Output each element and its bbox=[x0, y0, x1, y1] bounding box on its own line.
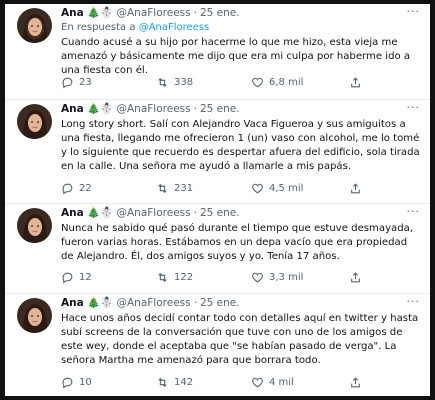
heart-icon bbox=[252, 377, 263, 388]
share-icon bbox=[351, 77, 360, 88]
tweet-thread: Ana 🎄☃️ @AnaFloreess · 25 ene. ··· En re… bbox=[5, 4, 430, 396]
tweet-actions: 22 231 4,5 mil bbox=[61, 182, 396, 195]
like-count: 6,8 mil bbox=[269, 77, 304, 88]
reply-button[interactable]: 10 bbox=[61, 376, 156, 389]
reply-icon bbox=[62, 377, 73, 389]
more-options-icon[interactable]: ··· bbox=[407, 102, 421, 114]
tweet[interactable]: Ana 🎄☃️ @AnaFloreess · 25 ene. ··· Nunca… bbox=[5, 204, 430, 294]
tweet-text: Long story short. Salí con Alejandro Vac… bbox=[61, 119, 420, 172]
reply-count: 10 bbox=[79, 377, 92, 388]
tweet[interactable]: Ana 🎄☃️ @AnaFloreess · 25 ene. ··· Hace … bbox=[5, 294, 430, 396]
like-count: 4,5 mil bbox=[269, 183, 304, 194]
tweet-actions: 12 122 3,3 mil bbox=[61, 271, 396, 284]
like-button[interactable]: 4 mil bbox=[251, 376, 346, 389]
heart-icon bbox=[252, 77, 263, 88]
more-options-icon[interactable]: ··· bbox=[407, 206, 421, 218]
retweet-button[interactable]: 122 bbox=[156, 271, 251, 284]
heart-icon bbox=[252, 272, 263, 283]
share-button[interactable] bbox=[349, 182, 362, 195]
more-options-icon[interactable]: ··· bbox=[407, 296, 421, 308]
share-icon bbox=[351, 377, 360, 388]
tweet-actions: 23 338 6,8 mil bbox=[61, 76, 396, 89]
reply-button[interactable]: 23 bbox=[61, 76, 156, 89]
reply-icon bbox=[62, 272, 73, 284]
user-handle[interactable]: @AnaFloreess bbox=[117, 206, 191, 220]
tweet-date[interactable]: 25 ene. bbox=[200, 296, 240, 310]
retweet-icon bbox=[158, 77, 167, 88]
retweet-icon bbox=[158, 377, 167, 388]
reply-count: 22 bbox=[79, 183, 92, 194]
avatar[interactable] bbox=[17, 104, 52, 139]
retweet-button[interactable]: 231 bbox=[156, 182, 251, 195]
share-icon bbox=[351, 272, 360, 283]
reply-icon bbox=[62, 183, 73, 195]
share-button[interactable] bbox=[349, 271, 362, 284]
like-count: 4 mil bbox=[269, 377, 294, 388]
tweet-date[interactable]: 25 ene. bbox=[200, 6, 240, 20]
tweet-text: Cuando acusé a su hijo por hacerme lo qu… bbox=[61, 37, 411, 76]
more-options-icon[interactable]: ··· bbox=[407, 6, 421, 18]
reply-count: 12 bbox=[79, 272, 92, 283]
display-name[interactable]: Ana 🎄☃️ bbox=[61, 206, 114, 220]
retweet-icon bbox=[158, 183, 167, 194]
user-handle[interactable]: @AnaFloreess bbox=[117, 6, 191, 20]
retweet-icon bbox=[158, 272, 167, 283]
reply-handle-link[interactable]: @AnaFloreess bbox=[139, 22, 210, 33]
tweet-date[interactable]: 25 ene. bbox=[200, 102, 240, 116]
avatar[interactable] bbox=[17, 208, 52, 243]
tweet-text: Nunca he sabido qué pasó durante el tiem… bbox=[61, 223, 414, 262]
display-name[interactable]: Ana 🎄☃️ bbox=[61, 6, 114, 20]
reply-count: 23 bbox=[79, 77, 92, 88]
retweet-button[interactable]: 142 bbox=[156, 376, 251, 389]
tweet[interactable]: Ana 🎄☃️ @AnaFloreess · 25 ene. ··· Long … bbox=[5, 100, 430, 204]
heart-icon bbox=[252, 183, 263, 194]
display-name[interactable]: Ana 🎄☃️ bbox=[61, 102, 114, 116]
share-button[interactable] bbox=[349, 76, 362, 89]
user-handle[interactable]: @AnaFloreess bbox=[117, 296, 191, 310]
tweet-actions: 10 142 4 mil bbox=[61, 376, 396, 389]
like-button[interactable]: 4,5 mil bbox=[251, 182, 346, 195]
retweet-count: 122 bbox=[174, 272, 194, 283]
tweet-date[interactable]: 25 ene. bbox=[200, 206, 240, 220]
retweet-count: 338 bbox=[174, 77, 194, 88]
share-button[interactable] bbox=[349, 376, 362, 389]
like-count: 3,3 mil bbox=[269, 272, 304, 283]
reply-context: En respuesta a @AnaFloreess bbox=[61, 22, 210, 33]
tweet[interactable]: Ana 🎄☃️ @AnaFloreess · 25 ene. ··· En re… bbox=[5, 4, 430, 100]
reply-button[interactable]: 22 bbox=[61, 182, 156, 195]
like-button[interactable]: 6,8 mil bbox=[251, 76, 346, 89]
avatar[interactable] bbox=[17, 8, 52, 43]
share-icon bbox=[351, 183, 360, 194]
retweet-count: 231 bbox=[174, 183, 194, 194]
reply-icon bbox=[62, 77, 73, 89]
retweet-count: 142 bbox=[174, 377, 194, 388]
tweet-text: Hace unos años decidí contar todo con de… bbox=[61, 313, 419, 366]
retweet-button[interactable]: 338 bbox=[156, 76, 251, 89]
avatar[interactable] bbox=[17, 298, 52, 333]
display-name[interactable]: Ana 🎄☃️ bbox=[61, 296, 114, 310]
like-button[interactable]: 3,3 mil bbox=[251, 271, 346, 284]
user-handle[interactable]: @AnaFloreess bbox=[117, 102, 191, 116]
reply-button[interactable]: 12 bbox=[61, 271, 156, 284]
